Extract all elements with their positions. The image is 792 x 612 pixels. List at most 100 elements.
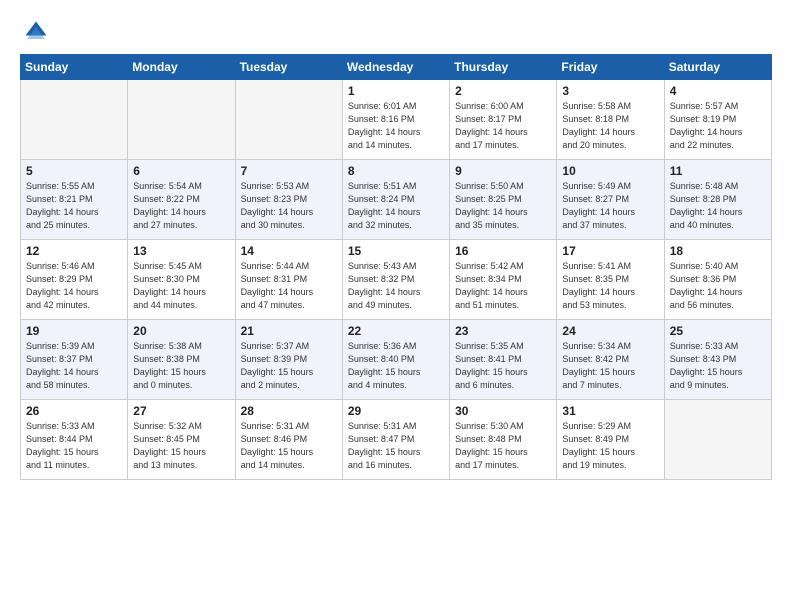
day-info: Sunrise: 5:33 AM Sunset: 8:44 PM Dayligh…: [26, 420, 122, 472]
day-number: 13: [133, 244, 229, 258]
day-info: Sunrise: 6:01 AM Sunset: 8:16 PM Dayligh…: [348, 100, 444, 152]
calendar-cell: 18 Sunrise: 5:40 AM Sunset: 8:36 PM Dayli…: [664, 240, 771, 320]
day-header-saturday: Saturday: [664, 55, 771, 80]
logo-icon: [22, 18, 50, 46]
calendar-cell: 30 Sunrise: 5:30 AM Sunset: 8:48 PM Dayli…: [450, 400, 557, 480]
day-number: 17: [562, 244, 658, 258]
day-header-friday: Friday: [557, 55, 664, 80]
calendar-cell: 19 Sunrise: 5:39 AM Sunset: 8:37 PM Dayli…: [21, 320, 128, 400]
page: SundayMondayTuesdayWednesdayThursdayFrid…: [0, 0, 792, 612]
calendar-cell: [21, 80, 128, 160]
day-number: 21: [241, 324, 337, 338]
day-number: 27: [133, 404, 229, 418]
day-info: Sunrise: 5:34 AM Sunset: 8:42 PM Dayligh…: [562, 340, 658, 392]
day-number: 14: [241, 244, 337, 258]
calendar-cell: 22 Sunrise: 5:36 AM Sunset: 8:40 PM Dayli…: [342, 320, 449, 400]
calendar-cell: 9Sunrise: 5:50 AM Sunset: 8:25 PM Daylig…: [450, 160, 557, 240]
day-number: 1: [348, 84, 444, 98]
day-number: 24: [562, 324, 658, 338]
day-info: Sunrise: 5:44 AM Sunset: 8:31 PM Dayligh…: [241, 260, 337, 312]
day-info: Sunrise: 5:51 AM Sunset: 8:24 PM Dayligh…: [348, 180, 444, 232]
calendar-cell: 6 Sunrise: 5:54 AM Sunset: 8:22 PM Daylig…: [128, 160, 235, 240]
day-info: Sunrise: 5:57 AM Sunset: 8:19 PM Dayligh…: [670, 100, 766, 152]
day-number: 15: [348, 244, 444, 258]
day-info: Sunrise: 6:00 AM Sunset: 8:17 PM Dayligh…: [455, 100, 551, 152]
calendar-cell: 5Sunrise: 5:55 AM Sunset: 8:21 PM Daylig…: [21, 160, 128, 240]
calendar-cell: 28 Sunrise: 5:31 AM Sunset: 8:46 PM Dayli…: [235, 400, 342, 480]
day-info: Sunrise: 5:50 AM Sunset: 8:25 PM Dayligh…: [455, 180, 551, 232]
day-info: Sunrise: 5:30 AM Sunset: 8:48 PM Dayligh…: [455, 420, 551, 472]
day-number: 4: [670, 84, 766, 98]
day-number: 23: [455, 324, 551, 338]
calendar-cell: 7 Sunrise: 5:53 AM Sunset: 8:23 PM Daylig…: [235, 160, 342, 240]
day-number: 18: [670, 244, 766, 258]
day-info: Sunrise: 5:41 AM Sunset: 8:35 PM Dayligh…: [562, 260, 658, 312]
day-info: Sunrise: 5:58 AM Sunset: 8:18 PM Dayligh…: [562, 100, 658, 152]
day-info: Sunrise: 5:32 AM Sunset: 8:45 PM Dayligh…: [133, 420, 229, 472]
calendar-cell: 17 Sunrise: 5:41 AM Sunset: 8:35 PM Dayli…: [557, 240, 664, 320]
day-header-wednesday: Wednesday: [342, 55, 449, 80]
day-info: Sunrise: 5:48 AM Sunset: 8:28 PM Dayligh…: [670, 180, 766, 232]
calendar-header: SundayMondayTuesdayWednesdayThursdayFrid…: [21, 55, 772, 80]
calendar-week-row: 19 Sunrise: 5:39 AM Sunset: 8:37 PM Dayli…: [21, 320, 772, 400]
calendar-cell: 26 Sunrise: 5:33 AM Sunset: 8:44 PM Dayli…: [21, 400, 128, 480]
day-info: Sunrise: 5:35 AM Sunset: 8:41 PM Dayligh…: [455, 340, 551, 392]
calendar-cell: 2 Sunrise: 6:00 AM Sunset: 8:17 PM Daylig…: [450, 80, 557, 160]
day-header-monday: Monday: [128, 55, 235, 80]
calendar-cell: 8 Sunrise: 5:51 AM Sunset: 8:24 PM Daylig…: [342, 160, 449, 240]
day-info: Sunrise: 5:45 AM Sunset: 8:30 PM Dayligh…: [133, 260, 229, 312]
calendar-week-row: 1 Sunrise: 6:01 AM Sunset: 8:16 PM Daylig…: [21, 80, 772, 160]
day-info: Sunrise: 5:55 AM Sunset: 8:21 PM Dayligh…: [26, 180, 122, 232]
day-info: Sunrise: 5:33 AM Sunset: 8:43 PM Dayligh…: [670, 340, 766, 392]
calendar-cell: 13 Sunrise: 5:45 AM Sunset: 8:30 PM Dayli…: [128, 240, 235, 320]
day-number: 25: [670, 324, 766, 338]
calendar-cell: 20 Sunrise: 5:38 AM Sunset: 8:38 PM Dayli…: [128, 320, 235, 400]
calendar-cell: 16Sunrise: 5:42 AM Sunset: 8:34 PM Dayli…: [450, 240, 557, 320]
header: [20, 18, 772, 46]
day-info: Sunrise: 5:38 AM Sunset: 8:38 PM Dayligh…: [133, 340, 229, 392]
calendar-cell: 12 Sunrise: 5:46 AM Sunset: 8:29 PM Dayli…: [21, 240, 128, 320]
day-info: Sunrise: 5:39 AM Sunset: 8:37 PM Dayligh…: [26, 340, 122, 392]
day-info: Sunrise: 5:54 AM Sunset: 8:22 PM Dayligh…: [133, 180, 229, 232]
day-header-thursday: Thursday: [450, 55, 557, 80]
day-info: Sunrise: 5:31 AM Sunset: 8:46 PM Dayligh…: [241, 420, 337, 472]
day-number: 11: [670, 164, 766, 178]
day-info: Sunrise: 5:29 AM Sunset: 8:49 PM Dayligh…: [562, 420, 658, 472]
day-info: Sunrise: 5:43 AM Sunset: 8:32 PM Dayligh…: [348, 260, 444, 312]
calendar-cell: 1 Sunrise: 6:01 AM Sunset: 8:16 PM Daylig…: [342, 80, 449, 160]
day-number: 31: [562, 404, 658, 418]
day-number: 30: [455, 404, 551, 418]
day-number: 2: [455, 84, 551, 98]
day-number: 19: [26, 324, 122, 338]
day-number: 6: [133, 164, 229, 178]
days-header-row: SundayMondayTuesdayWednesdayThursdayFrid…: [21, 55, 772, 80]
day-number: 8: [348, 164, 444, 178]
calendar-cell: 29Sunrise: 5:31 AM Sunset: 8:47 PM Dayli…: [342, 400, 449, 480]
calendar-cell: [664, 400, 771, 480]
calendar-cell: 21 Sunrise: 5:37 AM Sunset: 8:39 PM Dayli…: [235, 320, 342, 400]
calendar-cell: 27 Sunrise: 5:32 AM Sunset: 8:45 PM Dayli…: [128, 400, 235, 480]
calendar-cell: 23 Sunrise: 5:35 AM Sunset: 8:41 PM Dayli…: [450, 320, 557, 400]
calendar-week-row: 12 Sunrise: 5:46 AM Sunset: 8:29 PM Dayli…: [21, 240, 772, 320]
day-info: Sunrise: 5:46 AM Sunset: 8:29 PM Dayligh…: [26, 260, 122, 312]
calendar-cell: [128, 80, 235, 160]
calendar-cell: 24 Sunrise: 5:34 AM Sunset: 8:42 PM Dayli…: [557, 320, 664, 400]
day-number: 26: [26, 404, 122, 418]
day-number: 20: [133, 324, 229, 338]
day-number: 29: [348, 404, 444, 418]
day-info: Sunrise: 5:36 AM Sunset: 8:40 PM Dayligh…: [348, 340, 444, 392]
calendar-cell: 14 Sunrise: 5:44 AM Sunset: 8:31 PM Dayli…: [235, 240, 342, 320]
day-info: Sunrise: 5:37 AM Sunset: 8:39 PM Dayligh…: [241, 340, 337, 392]
calendar-table: SundayMondayTuesdayWednesdayThursdayFrid…: [20, 54, 772, 480]
day-info: Sunrise: 5:40 AM Sunset: 8:36 PM Dayligh…: [670, 260, 766, 312]
day-number: 16: [455, 244, 551, 258]
calendar-cell: 11 Sunrise: 5:48 AM Sunset: 8:28 PM Dayli…: [664, 160, 771, 240]
day-header-sunday: Sunday: [21, 55, 128, 80]
day-number: 22: [348, 324, 444, 338]
day-number: 7: [241, 164, 337, 178]
day-info: Sunrise: 5:53 AM Sunset: 8:23 PM Dayligh…: [241, 180, 337, 232]
calendar-cell: 10Sunrise: 5:49 AM Sunset: 8:27 PM Dayli…: [557, 160, 664, 240]
day-number: 28: [241, 404, 337, 418]
calendar-cell: 25 Sunrise: 5:33 AM Sunset: 8:43 PM Dayli…: [664, 320, 771, 400]
day-number: 12: [26, 244, 122, 258]
